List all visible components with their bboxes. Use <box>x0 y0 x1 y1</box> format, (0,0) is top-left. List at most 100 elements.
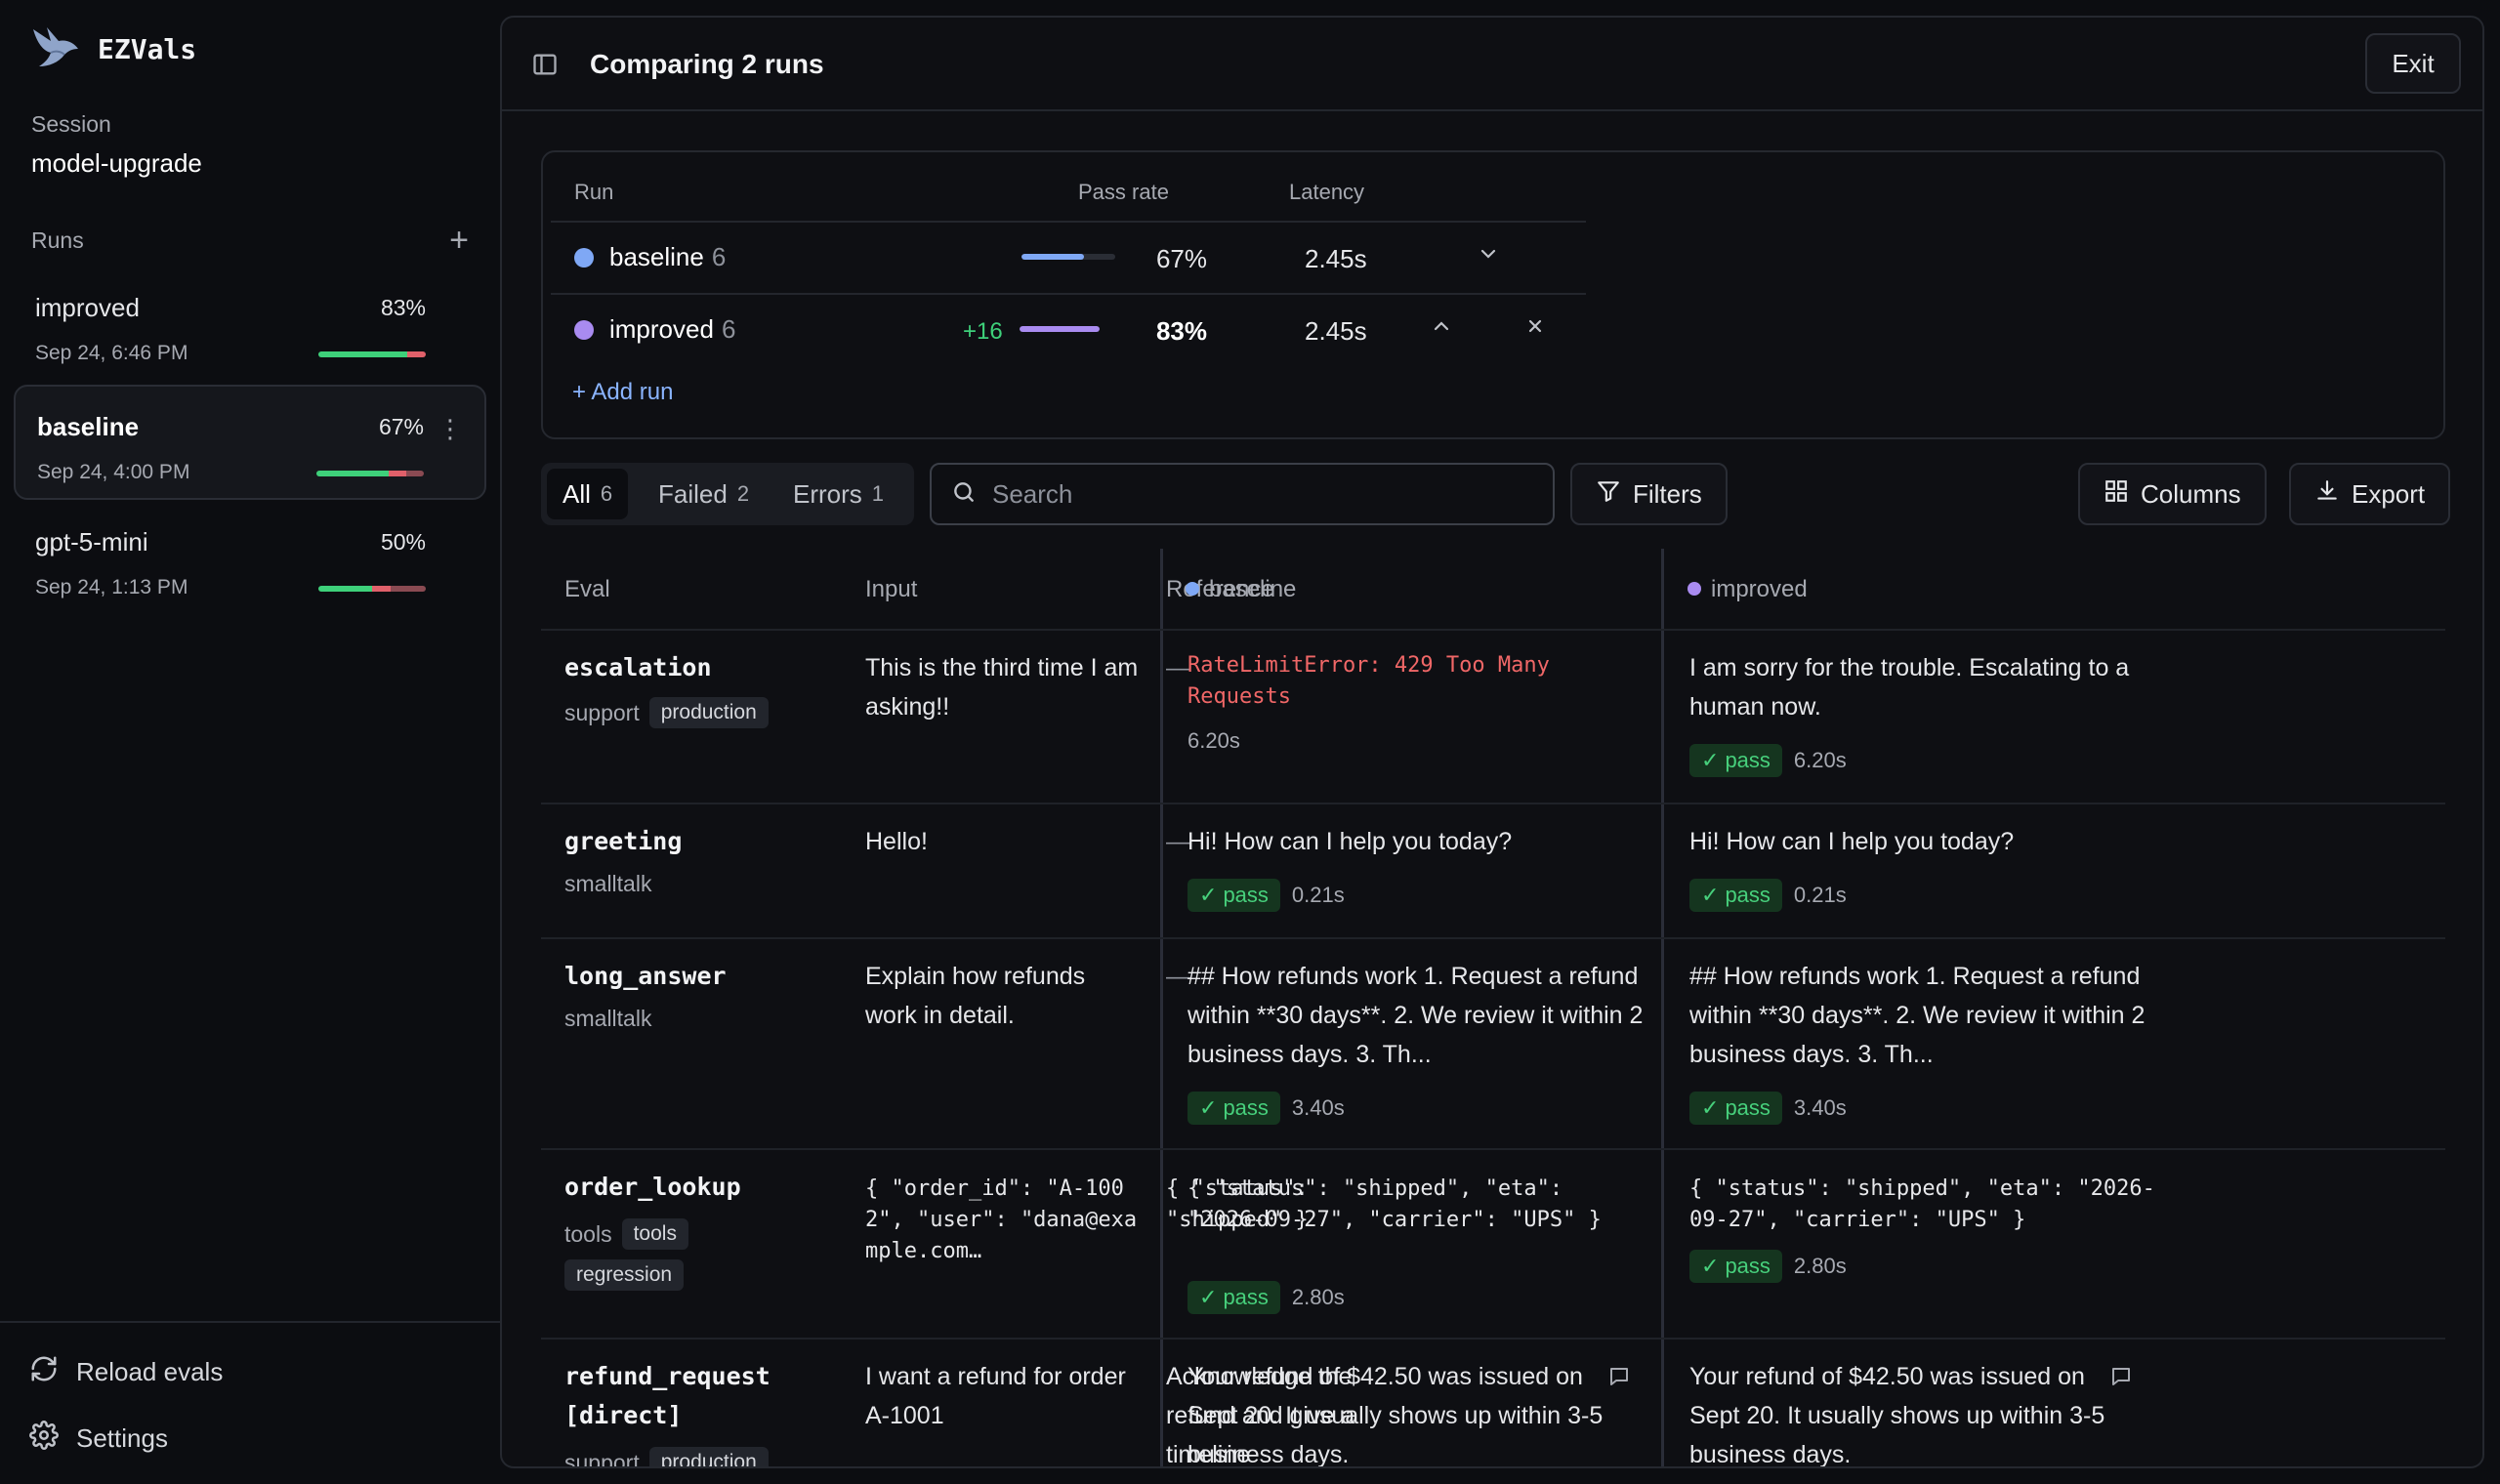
add-run-button[interactable]: + Add run <box>572 379 673 406</box>
pass-rate-bar <box>1020 326 1100 332</box>
pass-badge: ✓ pass <box>1689 1092 1782 1125</box>
latency: 3.40s <box>1291 1095 1345 1120</box>
run-date: Sep 24, 4:00 PM <box>37 461 190 483</box>
latency: 0.21s <box>1291 883 1345 907</box>
grid-icon <box>2104 478 2129 511</box>
run-item-baseline[interactable]: baseline 67% ⋮ Sep 24, 4:00 PM <box>14 385 486 500</box>
add-run-plus-icon[interactable]: + <box>449 224 469 257</box>
baseline-status: ✓ pass 3.40s <box>1188 1092 1345 1125</box>
settings-button[interactable]: Settings <box>29 1421 168 1457</box>
run-pass-bar-fail <box>406 471 424 476</box>
latency: 0.21s <box>1793 883 1847 907</box>
eval-name: refund_request [direct] <box>564 1362 771 1429</box>
sidebar-toggle-icon[interactable] <box>531 51 559 83</box>
row-divider <box>541 629 2445 631</box>
tag: tools <box>621 1218 688 1250</box>
run-pass-bar-fail <box>390 586 426 592</box>
col-header-input[interactable]: Input <box>865 576 917 603</box>
comment-icon[interactable] <box>1607 1365 1631 1393</box>
improved-status: ✓ pass 3.40s <box>1689 1092 1847 1125</box>
pass-badge: ✓ pass <box>1188 879 1280 912</box>
run-item-gpt-5-mini[interactable]: gpt-5-mini 50% Sep 24, 1:13 PM <box>14 502 486 617</box>
baseline-output: ## How refunds work 1. Request a refund … <box>1188 963 1644 1068</box>
exit-button[interactable]: Exit <box>2365 33 2461 94</box>
search-input[interactable] <box>992 478 1539 510</box>
run-item-improved[interactable]: improved 83% Sep 24, 6:46 PM <box>14 268 486 383</box>
run-date: Sep 24, 6:46 PM <box>35 342 188 364</box>
run-count: 6 <box>711 242 727 271</box>
eval-name: long_answer <box>564 962 727 990</box>
col-header-eval[interactable]: Eval <box>564 576 610 603</box>
run-pass-bar-pass <box>318 351 408 357</box>
run-pass-rate: 67% <box>378 414 424 439</box>
latency: 3.40s <box>1793 1095 1847 1120</box>
input-cell: Explain how refunds work in detail. <box>865 963 1086 1029</box>
chevron-down-icon[interactable] <box>1477 242 1500 270</box>
improved-output: I am sorry for the trouble. Escalating t… <box>1689 654 2130 721</box>
comment-icon[interactable] <box>2109 1365 2133 1393</box>
reload-evals-label: Reload evals <box>76 1357 224 1386</box>
run-pass-bar <box>318 351 426 357</box>
check-icon: ✓ <box>1199 1095 1218 1120</box>
pass-rate-value: 67% <box>1155 244 1207 273</box>
run-pass-bar-error <box>388 471 407 476</box>
page-title: Comparing 2 runs <box>590 49 824 79</box>
export-button[interactable]: Export <box>2289 463 2451 525</box>
pass-rate-delta: +16 <box>963 318 1003 345</box>
latency-value: 2.45s <box>1305 316 1367 346</box>
close-icon[interactable] <box>1523 314 1547 343</box>
col-header-improved[interactable]: improved <box>1688 576 1808 603</box>
eval-meta: support production <box>564 1447 769 1466</box>
compare-run-name: improved 6 <box>609 314 736 344</box>
improved-status: ✓ pass 0.21s <box>1689 879 1847 912</box>
improved-output: { "status": "shipped", "eta": "2026-09-2… <box>1689 1176 2155 1232</box>
tab-label: All <box>562 478 591 509</box>
eval-meta: smalltalk <box>564 871 651 897</box>
compare-row-improved: improved 6 +16 83% 2.45s <box>543 295 1617 363</box>
topbar: Comparing 2 runs Exit <box>502 18 2482 111</box>
eval-meta: smalltalk <box>564 1006 651 1032</box>
more-options-icon[interactable]: ⋮ <box>438 414 463 444</box>
reload-evals-button[interactable]: Reload evals <box>29 1354 223 1390</box>
refresh-icon <box>29 1354 59 1390</box>
eval-name: escalation <box>564 653 712 681</box>
search-icon <box>951 479 977 510</box>
tab-errors[interactable]: Errors 1 <box>777 469 899 519</box>
row-divider <box>541 1148 2445 1150</box>
sidebar-footer: Reload evals Settings <box>0 1321 500 1484</box>
run-pass-bar-pass <box>316 471 389 476</box>
tag: regression <box>564 1259 685 1291</box>
chevron-up-icon[interactable] <box>1430 314 1453 343</box>
run-pass-rate: 50% <box>380 529 426 555</box>
col-header-baseline[interactable]: baseline <box>1186 576 1296 603</box>
col-header-run: Run <box>574 180 614 204</box>
pass-rate-bar-fill <box>1020 326 1100 332</box>
latency: 2.80s <box>1793 1254 1847 1278</box>
filter-bar: All 6 Failed 2 Errors 1 Filters <box>541 463 2451 525</box>
search-box[interactable] <box>930 463 1555 525</box>
run-pass-bar-fail <box>407 351 426 357</box>
tag: production <box>648 1447 769 1466</box>
latency: 6.20s <box>1793 748 1847 772</box>
bird-logo-icon <box>29 21 80 77</box>
pass-badge: ✓ pass <box>1689 879 1782 912</box>
tab-all[interactable]: All 6 <box>547 469 629 519</box>
latency: 6.20s <box>1188 728 1240 753</box>
brand[interactable]: EZVals <box>29 21 196 77</box>
columns-button[interactable]: Columns <box>2078 463 2267 525</box>
latency-value: 2.45s <box>1305 244 1367 273</box>
column-separator <box>1160 549 1163 1466</box>
row-divider <box>541 937 2445 939</box>
filters-label: Filters <box>1633 478 1702 509</box>
check-icon: ✓ <box>1199 883 1218 907</box>
tab-failed[interactable]: Failed 2 <box>643 469 765 519</box>
compare-row-baseline: baseline 6 67% 2.45s <box>543 223 1617 291</box>
series-dot <box>574 248 594 268</box>
dataset-label: smalltalk <box>564 1006 652 1031</box>
run-name: gpt-5-mini <box>35 527 148 556</box>
filters-button[interactable]: Filters <box>1570 463 1728 525</box>
run-name: improved <box>35 293 140 322</box>
app-name: EZVals <box>98 33 197 65</box>
pass-badge: ✓ pass <box>1188 1281 1280 1314</box>
improved-output: Your refund of $42.50 was issued on Sept… <box>1689 1363 2105 1468</box>
